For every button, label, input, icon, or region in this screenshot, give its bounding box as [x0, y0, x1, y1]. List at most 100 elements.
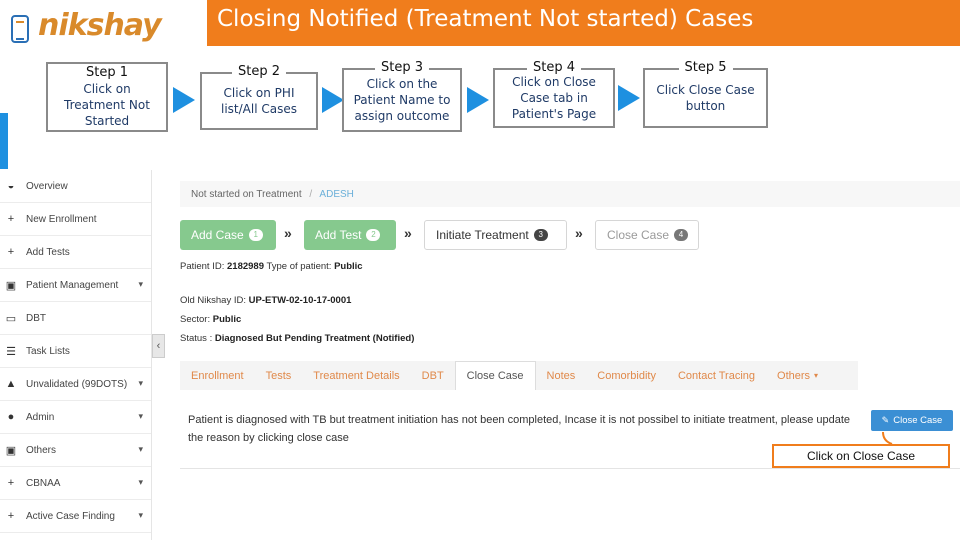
step-2-box: Step 2 Click on PHI list/All Cases — [200, 64, 318, 130]
close-case-step-button[interactable]: Close Case 4 — [595, 220, 699, 250]
chevron-down-icon: ▾ — [138, 444, 143, 454]
chevron-down-icon: ▾ — [138, 411, 143, 421]
step-2-text: Click on PHI list/All Cases — [221, 86, 297, 116]
sidebar-item-admin[interactable]: ● Admin ▾ — [0, 401, 151, 434]
step-4-text: Click on Close Case tab in Patient's Pag… — [511, 75, 597, 121]
step-5-box: Step 5 Click Close Case button — [643, 60, 768, 128]
patient-type-value: Public — [334, 261, 363, 272]
list-icon: ☰ — [6, 345, 16, 358]
step-1-title: Step 1 — [85, 65, 128, 81]
tab-contact-tracing[interactable]: Contact Tracing — [667, 361, 766, 390]
sidebar-item-overview[interactable]: ◒ Overview — [0, 170, 151, 203]
phone-logo-icon — [11, 15, 29, 43]
warning-icon: ▲ — [5, 378, 17, 390]
nikshay-logo: nikshay — [10, 8, 162, 52]
step-arrow-1 — [173, 87, 195, 113]
add-test-label: Add Test — [315, 228, 362, 242]
step-5-title: Step 5 — [678, 60, 733, 76]
step-1-box: Step 1 Click on Treatment Not Started — [46, 62, 168, 132]
patient-type-label: Type of patient: — [266, 261, 332, 272]
add-case-label: Add Case — [191, 228, 244, 242]
tab-notes[interactable]: Notes — [536, 361, 587, 390]
sidebar-item-patient-management[interactable]: ▣ Patient Management ▾ — [0, 269, 151, 302]
sidebar-item-label: Patient Management — [26, 279, 119, 291]
old-nikshay-id-label: Old Nikshay ID: — [180, 295, 246, 306]
add-case-badge: 1 — [248, 229, 263, 241]
close-case-step-label: Close Case — [607, 228, 670, 242]
step-2-title: Step 2 — [231, 64, 287, 80]
tab-comorbidity[interactable]: Comorbidity — [586, 361, 667, 390]
add-test-button[interactable]: Add Test 2 — [304, 220, 396, 250]
sidebar-item-unvalidated[interactable]: ▲ Unvalidated (99DOTS) ▾ — [0, 368, 151, 401]
sidebar-item-task-lists[interactable]: ☰ Task Lists — [0, 335, 151, 368]
sidebar-item-add-tests[interactable]: + Add Tests — [0, 236, 151, 269]
plus-icon: + — [7, 246, 15, 258]
tab-dbt[interactable]: DBT — [411, 361, 455, 390]
tab-tests[interactable]: Tests — [255, 361, 303, 390]
patient-id-value: 2182989 — [227, 261, 264, 272]
old-nikshay-id-row: Old Nikshay ID: UP-ETW-02-10-17-0001 — [180, 295, 351, 306]
sidebar-item-dbt[interactable]: ▭ DBT — [0, 302, 151, 335]
close-case-button-label: Close Case — [893, 415, 943, 426]
tab-others[interactable]: Others ▾ — [766, 361, 829, 390]
plus-icon: + — [7, 477, 15, 489]
add-test-badge: 2 — [366, 229, 381, 241]
tab-others-label: Others — [777, 369, 811, 382]
callout-text: Click on Close Case — [806, 449, 916, 463]
initiate-treatment-badge: 3 — [533, 229, 548, 241]
chevron-down-icon: ▾ — [138, 378, 143, 388]
step-3-text: Click on the Patient Name to assign outc… — [353, 77, 451, 123]
sidebar-item-others[interactable]: ▣ Others ▾ — [0, 434, 151, 467]
close-case-step-badge: 4 — [674, 229, 689, 241]
money-icon: ▭ — [5, 312, 17, 325]
step-arrow-3 — [467, 87, 489, 113]
sidebar-item-label: Admin — [26, 411, 55, 423]
step-5-text: Click Close Case button — [656, 83, 755, 113]
sidebar-item-label: Active Case Finding — [26, 510, 115, 522]
step-arrow-2 — [322, 87, 344, 113]
add-case-button[interactable]: Add Case 1 — [180, 220, 276, 250]
step-arrow-4 — [618, 85, 640, 111]
sidebar-collapse-button[interactable]: ‹ — [152, 334, 165, 358]
chevron-down-icon: ▾ — [138, 279, 143, 289]
chevron-down-icon: ▾ — [138, 477, 143, 487]
title-bar: Closing Notified (Treatment Not started)… — [207, 0, 960, 46]
patient-tabs: Enrollment Tests Treatment Details DBT C… — [180, 361, 858, 390]
initiate-treatment-button[interactable]: Initiate Treatment 3 — [424, 220, 567, 250]
breadcrumb-current: ADESH — [319, 189, 354, 200]
step-4-box: Step 4 Click on Close Case tab in Patien… — [493, 60, 615, 128]
sidebar-item-label: Unvalidated (99DOTS) — [26, 378, 128, 390]
sidebar-item-label: DBT — [26, 312, 46, 324]
callout-box: Click on Close Case — [772, 444, 950, 468]
sidebar-item-label: Add Tests — [26, 246, 70, 258]
step-4-title: Step 4 — [526, 60, 582, 76]
sidebar-item-active-case-finding[interactable]: + Active Case Finding ▾ — [0, 500, 151, 533]
old-nikshay-id-value: UP-ETW-02-10-17-0001 — [248, 295, 352, 306]
sidebar-item-label: Task Lists — [26, 345, 70, 357]
briefcase-icon: ▣ — [5, 444, 17, 457]
sidebar-item-label: Others — [26, 444, 57, 456]
sidebar-item-cbnaa[interactable]: + CBNAA ▾ — [0, 467, 151, 500]
patient-id-label: Patient ID: — [180, 261, 225, 272]
tab-enrollment[interactable]: Enrollment — [180, 361, 255, 390]
sidebar-item-new-enrollment[interactable]: + New Enrollment — [0, 203, 151, 236]
close-case-button[interactable]: ✎ Close Case — [871, 410, 953, 431]
sidebar-item-label: Overview — [26, 180, 68, 192]
status-value: Diagnosed But Pending Treatment (Notifie… — [214, 333, 415, 344]
user-icon: ● — [7, 411, 15, 423]
step-3-box: Step 3 Click on the Patient Name to assi… — [342, 60, 462, 132]
breadcrumb-parent[interactable]: Not started on Treatment — [191, 189, 302, 200]
step-3-title: Step 3 — [374, 60, 430, 76]
plus-icon: + — [7, 510, 15, 522]
close-case-message: Patient is diagnosed with TB but treatme… — [188, 414, 851, 444]
tab-close-case[interactable]: Close Case — [454, 361, 536, 390]
tab-treatment-details[interactable]: Treatment Details — [302, 361, 410, 390]
double-chevron-icon: » — [284, 225, 292, 241]
step-1-text: Click on Treatment Not Started — [64, 82, 150, 128]
page-title: Closing Notified (Treatment Not started)… — [217, 6, 754, 32]
logo-text: nikshay — [38, 8, 162, 43]
plus-icon: + — [7, 213, 15, 225]
breadcrumb: Not started on Treatment / ADESH — [180, 181, 960, 207]
sector-row: Sector: Public — [180, 314, 241, 325]
double-chevron-icon: » — [404, 225, 412, 241]
